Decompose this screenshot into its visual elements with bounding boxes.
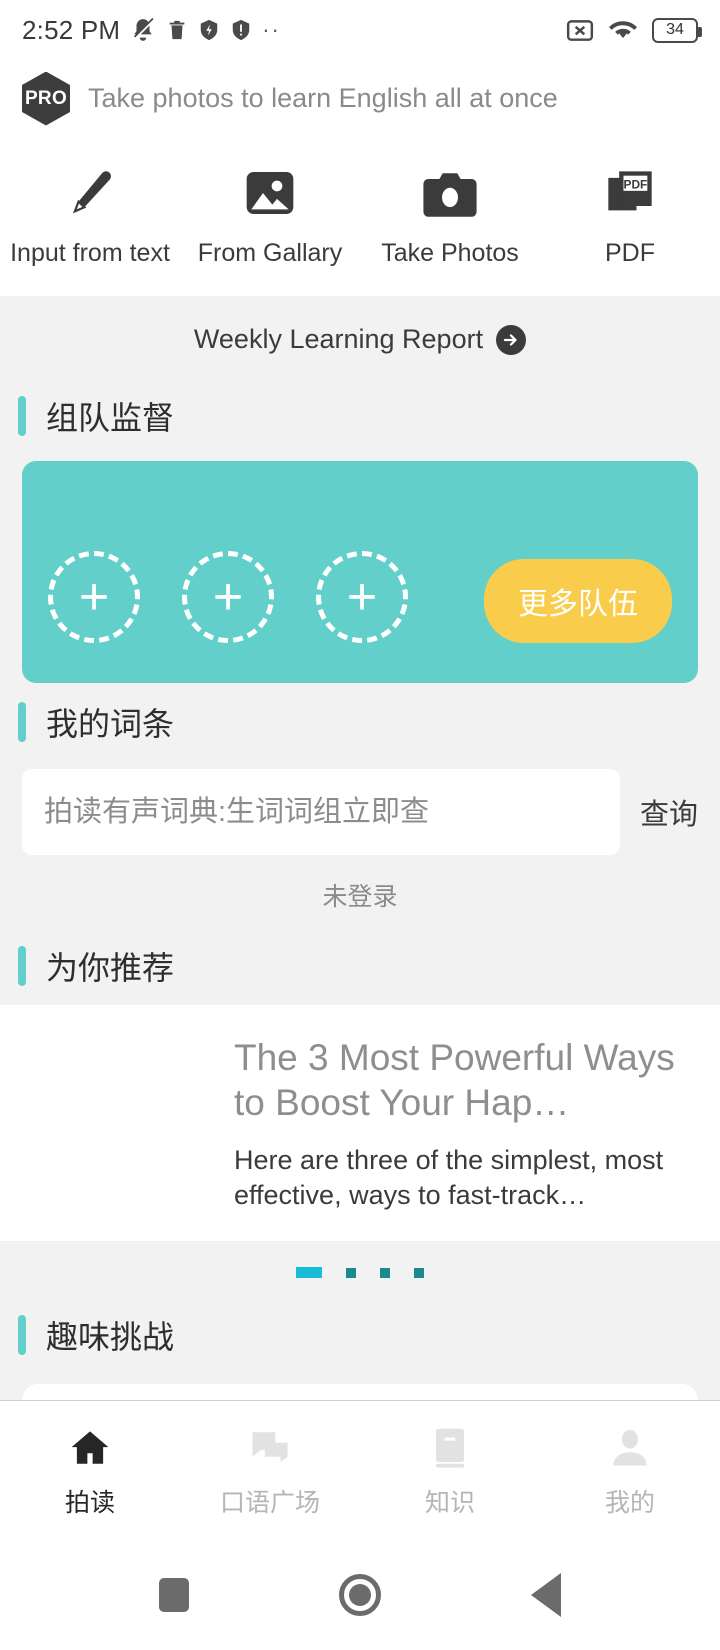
tab-kouyuguangchang[interactable]: 口语广场: [180, 1401, 360, 1540]
battery-level: 34: [666, 21, 684, 38]
status-bar-right: 34: [566, 17, 702, 43]
status-bar-left: 2:52 PM ··: [22, 15, 281, 46]
search-input[interactable]: [44, 795, 598, 829]
svg-text:PDF: PDF: [624, 178, 648, 192]
more-teams-button[interactable]: 更多队伍: [484, 559, 672, 643]
weekly-report-label: Weekly Learning Report: [193, 324, 484, 354]
recents-square-icon[interactable]: [159, 1578, 189, 1612]
shield-alert-icon: [230, 18, 252, 42]
carousel-pagination: [0, 1241, 720, 1296]
tab-label: 口语广场: [219, 1488, 320, 1517]
pro-tagline: Take photos to learn English all at once: [88, 83, 558, 113]
tab-wode[interactable]: 我的: [540, 1401, 720, 1540]
action-label: From Gallary: [197, 239, 343, 267]
article-title: The 3 Most Powerful Ways to Boost Your H…: [234, 1037, 675, 1124]
shield-flash-icon: [198, 18, 220, 42]
chat-icon: [249, 1423, 291, 1473]
search-box[interactable]: [22, 769, 620, 855]
pro-badge-icon: PRO: [22, 71, 70, 126]
pagination-dot-1[interactable]: [296, 1267, 322, 1278]
back-triangle-icon[interactable]: [531, 1573, 561, 1617]
plus-icon: +: [346, 568, 378, 626]
pro-header[interactable]: PRO Take photos to learn English all at …: [0, 60, 720, 137]
more-dots-icon: ··: [262, 16, 281, 42]
section-header-entries: 我的词条: [0, 683, 720, 761]
add-team-slot-1[interactable]: +: [48, 551, 140, 643]
main-content: Weekly Learning Report 组队监督 + + + 更多队伍 我…: [0, 296, 720, 1005]
login-status-text[interactable]: 未登录: [0, 855, 720, 927]
pagination-dot-3[interactable]: [380, 1267, 390, 1278]
bottom-tab-bar: 拍读 口语广场 知识 我的: [0, 1400, 720, 1540]
status-time: 2:52 PM: [22, 14, 121, 45]
tab-label: 我的: [604, 1488, 655, 1517]
section-title: 我的词条: [46, 706, 175, 742]
section-accent-bar: [18, 1315, 26, 1355]
action-input-from-text[interactable]: Input from text: [0, 159, 180, 268]
person-icon: [609, 1423, 651, 1473]
add-team-slot-2[interactable]: +: [182, 551, 274, 643]
section-title: 组队监督: [46, 400, 175, 436]
camera-icon: [421, 159, 479, 221]
home-circle-icon[interactable]: [339, 1574, 381, 1616]
action-label: PDF: [605, 239, 655, 267]
app-screen: 2:52 PM ·· 34 PRO Take photos to learn E…: [0, 0, 720, 1650]
tab-zhishi[interactable]: 知识: [360, 1401, 540, 1540]
article-body: The 3 Most Powerful Ways to Boost Your H…: [234, 1035, 698, 1215]
action-take-photos[interactable]: Take Photos: [360, 159, 540, 268]
section-title: 趣味挑战: [46, 1319, 175, 1355]
action-label: Take Photos: [381, 239, 519, 267]
home-icon: [69, 1423, 111, 1473]
add-team-slot-3[interactable]: +: [316, 551, 408, 643]
dictionary-search-row: 查询: [0, 761, 720, 855]
tab-paidu[interactable]: 拍读: [0, 1401, 180, 1540]
status-bar: 2:52 PM ·· 34: [0, 0, 720, 60]
section-header-recommend: 为你推荐: [0, 927, 720, 1005]
tab-label: 知识: [424, 1488, 475, 1517]
tab-label: 拍读: [64, 1488, 115, 1517]
trash-icon: [166, 18, 188, 42]
wifi-icon: [608, 17, 638, 43]
query-button[interactable]: 查询: [640, 791, 698, 833]
pagination-dot-4[interactable]: [414, 1267, 424, 1278]
bell-muted-icon: [130, 17, 156, 43]
action-pdf[interactable]: PDF PDF: [540, 159, 720, 268]
arrow-right-circle-icon: [496, 324, 527, 355]
recommended-article-card[interactable]: The 3 Most Powerful Ways to Boost Your H…: [0, 1005, 720, 1241]
team-supervision-card: + + + 更多队伍: [22, 461, 698, 683]
pencil-icon: [64, 159, 116, 221]
action-label: Input from text: [10, 239, 170, 267]
quick-actions-row: Input from text From Gallary Take Photos…: [0, 137, 720, 296]
pdf-icon: PDF: [604, 159, 656, 221]
section-accent-bar: [18, 702, 26, 742]
sim-off-icon: [566, 17, 594, 43]
section-title: 为你推荐: [46, 950, 175, 986]
section-accent-bar: [18, 946, 26, 986]
weekly-learning-report-link[interactable]: Weekly Learning Report: [0, 296, 720, 377]
image-icon: [242, 159, 298, 221]
action-from-gallary[interactable]: From Gallary: [180, 159, 360, 268]
article-thumbnail: [22, 1035, 208, 1215]
article-description: Here are three of the simplest, most eff…: [234, 1145, 664, 1211]
android-nav-bar: [0, 1540, 720, 1650]
section-accent-bar: [18, 396, 26, 436]
plus-icon: +: [78, 568, 110, 626]
pagination-dot-2[interactable]: [346, 1267, 356, 1278]
plus-icon: +: [212, 568, 244, 626]
section-header-challenge: 趣味挑战: [0, 1296, 720, 1374]
battery-indicator: 34: [652, 17, 702, 43]
book-icon: [431, 1423, 469, 1473]
section-header-team: 组队监督: [0, 377, 720, 455]
